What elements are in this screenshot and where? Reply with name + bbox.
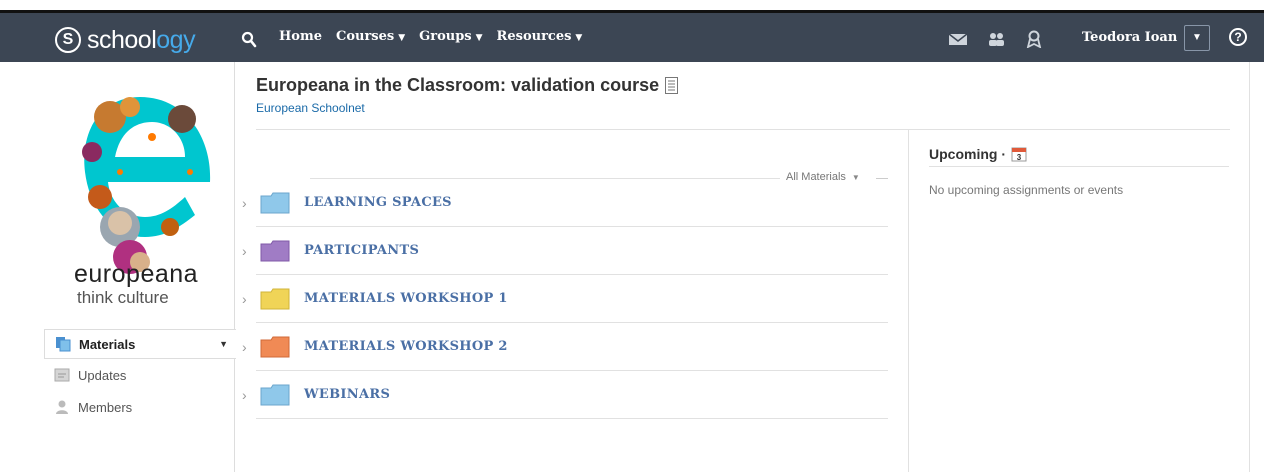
folder-icon [260,336,290,357]
upcoming-empty-text: No upcoming assignments or events [929,183,1124,197]
folder-row[interactable]: › MATERIALS WORKSHOP 1 [242,275,888,323]
folder-label[interactable]: MATERIALS WORKSHOP 1 [304,291,508,306]
user-name[interactable]: Teodora Ioan [1082,30,1177,45]
folder-label[interactable]: LEARNING SPACES [304,195,452,210]
header-icons [948,30,1044,48]
top-header: S schoology Home Courses ▼ Groups ▼ Resour… [0,0,1264,62]
caret-down-icon: ▼ [575,33,583,43]
upcoming-heading: Upcoming · 3 [929,146,1027,162]
sidebar-item-label: Members [78,399,133,415]
folder-row[interactable]: › LEARNING SPACES [242,179,888,227]
folder-icon [260,240,290,261]
calendar-icon[interactable]: 3 [1011,146,1027,162]
folder-row[interactable]: › WEBINARS [242,371,888,419]
page-title: Europeana in the Classroom: validation c… [256,75,679,96]
main-nav: Home Courses ▼ Groups ▼ Resources ▼ [279,29,582,44]
divider [929,166,1229,167]
updates-icon [54,368,70,382]
caret-down-icon: ▼ [398,33,406,43]
course-info-icon[interactable] [665,77,679,94]
chevron-right-icon[interactable]: › [242,243,247,259]
sidebar-item-label: Materials [79,336,136,352]
help-icon[interactable]: ? [1229,28,1247,46]
caret-down-icon[interactable]: ▼ [219,339,228,349]
folder-label[interactable]: WEBINARS [304,387,390,402]
europeana-tagline: think culture [77,288,169,307]
schoology-s-icon: S [55,27,81,53]
course-org-link[interactable]: European Schoolnet [256,101,365,115]
divider [908,130,909,472]
materials-icon [56,337,71,352]
chevron-right-icon[interactable]: › [242,195,247,211]
nav-home[interactable]: Home [279,29,322,44]
materials-list: › LEARNING SPACES › PARTICIPANTS › MATER… [242,179,888,419]
chevron-right-icon[interactable]: › [242,291,247,307]
search-icon[interactable] [241,31,257,49]
divider [1249,62,1250,472]
sidebar-item-label: Updates [78,367,127,383]
nav-resources[interactable]: Resources ▼ [497,29,583,44]
folder-icon [260,384,290,405]
sidebar-item-members[interactable]: Members [44,391,236,423]
members-icon [56,400,68,414]
top-navbar: S schoology Home Courses ▼ Groups ▼ Resour… [0,10,1264,62]
sidebar-item-updates[interactable]: Updates [44,359,236,391]
folder-row[interactable]: › MATERIALS WORKSHOP 2 [242,323,888,371]
nav-groups[interactable]: Groups ▼ [419,29,482,44]
sidebar-item-materials[interactable]: Materials ▼ [44,329,236,359]
course-sidebar: europeana think culture Materials ▼ Upda… [0,62,236,472]
notifications-icon[interactable] [1024,30,1044,48]
folder-label[interactable]: PARTICIPANTS [304,243,419,258]
calendar-day-label: 3 [1017,153,1022,162]
course-nav: Materials ▼ Updates Members [44,329,236,423]
chevron-right-icon[interactable]: › [242,339,247,355]
caret-down-icon: ▼ [475,33,483,43]
europeana-wordmark: europeana [74,260,199,288]
folder-label[interactable]: MATERIALS WORKSHOP 2 [304,339,508,354]
nav-courses[interactable]: Courses ▼ [336,29,405,44]
folder-icon [260,288,290,309]
divider [256,129,1230,130]
folder-icon [260,192,290,213]
chevron-right-icon[interactable]: › [242,387,247,403]
schoology-wordmark: schoology [87,25,196,54]
messages-icon[interactable] [948,30,968,48]
folder-row[interactable]: › PARTICIPANTS [242,227,888,275]
user-menu-chevron-down-icon[interactable]: ▼ [1184,25,1210,51]
schoology-logo[interactable]: S schoology [55,25,196,55]
requests-icon[interactable] [986,30,1006,48]
